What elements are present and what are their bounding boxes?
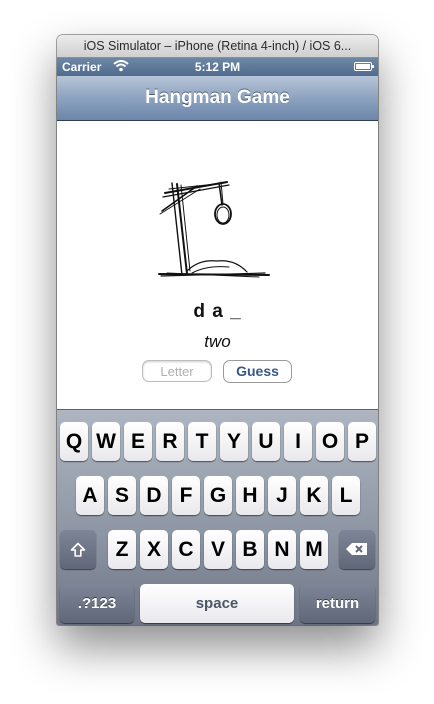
key-v[interactable]: V (204, 530, 232, 569)
space-key[interactable]: space (140, 584, 294, 623)
key-p[interactable]: P (348, 422, 376, 461)
key-j[interactable]: J (268, 476, 296, 515)
key-x[interactable]: X (140, 530, 168, 569)
key-a[interactable]: A (76, 476, 104, 515)
shift-arrow-icon (70, 542, 86, 557)
key-h[interactable]: H (236, 476, 264, 515)
hint-text: two (204, 332, 231, 351)
key-d[interactable]: D (140, 476, 168, 515)
key-z[interactable]: Z (108, 530, 136, 569)
letter-input[interactable] (142, 360, 212, 382)
key-n[interactable]: N (268, 530, 296, 569)
key-o[interactable]: O (316, 422, 344, 461)
nav-title: Hangman Game (57, 76, 378, 121)
delete-key[interactable] (339, 530, 375, 569)
key-s[interactable]: S (108, 476, 136, 515)
key-c[interactable]: C (172, 530, 200, 569)
key-m[interactable]: M (300, 530, 328, 569)
game-area: d a _ two Guess (57, 121, 378, 409)
status-bar: Carrier 5:12 PM (57, 58, 378, 76)
key-q[interactable]: Q (60, 422, 88, 461)
key-y[interactable]: Y (220, 422, 248, 461)
key-w[interactable]: W (92, 422, 120, 461)
key-t[interactable]: T (188, 422, 216, 461)
battery-icon (354, 62, 374, 71)
gallows-drawing (158, 181, 270, 278)
key-r[interactable]: R (156, 422, 184, 461)
key-g[interactable]: G (204, 476, 232, 515)
delete-icon (346, 543, 367, 555)
key-u[interactable]: U (252, 422, 280, 461)
key-e[interactable]: E (124, 422, 152, 461)
simulator-title: iOS Simulator – iPhone (Retina 4-inch) /… (57, 35, 378, 58)
simulator-window: iOS Simulator – iPhone (Retina 4-inch) /… (57, 35, 378, 625)
guess-button[interactable]: Guess (223, 360, 292, 383)
key-b[interactable]: B (236, 530, 264, 569)
shift-key[interactable] (60, 530, 96, 569)
key-f[interactable]: F (172, 476, 200, 515)
status-time: 5:12 PM (194, 60, 241, 74)
numbers-key[interactable]: .?123 (60, 584, 134, 623)
keyboard: Q W E R T Y U I O P A S D F G H J K L Z … (57, 409, 378, 625)
word-display: d a _ (193, 301, 242, 322)
key-l[interactable]: L (332, 476, 360, 515)
key-i[interactable]: I (284, 422, 312, 461)
key-k[interactable]: K (300, 476, 328, 515)
return-key[interactable]: return (300, 584, 375, 623)
